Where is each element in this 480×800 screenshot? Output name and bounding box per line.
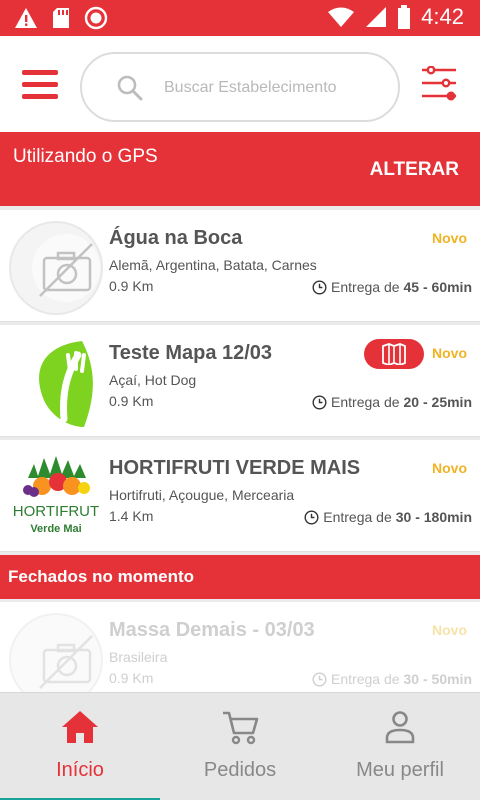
warning-icon	[15, 8, 37, 28]
store-categories: Hortifruti, Açougue, Mercearia	[109, 487, 295, 503]
svg-text:Verde Mai: Verde Mai	[30, 523, 81, 535]
nav-profile[interactable]: Meu perfil	[320, 693, 480, 800]
nav-label: Início	[56, 759, 104, 781]
delivery-time: Entrega de 30 - 180min	[304, 509, 472, 525]
search-icon	[117, 75, 143, 101]
location-bar: Utilizando o GPS ALTERAR	[0, 132, 480, 206]
nav-label: Pedidos	[203, 759, 277, 781]
store-distance: 0.9 Km	[109, 393, 154, 409]
store-card[interactable]: Teste Mapa 12/03 Novo Açaí, Hot Dog 0.9 …	[0, 325, 480, 437]
store-name: Massa Demais - 03/03	[109, 619, 315, 641]
nav-orders[interactable]: Pedidos	[160, 693, 320, 800]
store-name: HORTIFRUTI VERDE MAIS	[109, 457, 361, 479]
app-header	[0, 36, 480, 132]
search-input[interactable]	[164, 74, 384, 102]
clock-icon	[312, 394, 327, 410]
bottom-navigation: Início Pedidos Meu perfil	[0, 692, 480, 800]
map-icon	[382, 343, 406, 365]
clock-icon	[312, 671, 327, 687]
location-text: Utilizando o GPS	[13, 146, 158, 167]
delivery-time: Entrega de 20 - 25min	[312, 394, 472, 410]
menu-icon[interactable]	[22, 70, 58, 100]
store-distance: 0.9 Km	[109, 278, 154, 294]
closed-section-header: Fechados no momento	[0, 555, 480, 599]
user-icon	[385, 711, 415, 744]
map-button[interactable]	[364, 339, 424, 369]
sd-card-icon	[53, 8, 69, 28]
svg-text:HORTIFRUT: HORTIFRUT	[13, 503, 99, 520]
new-badge: Novo	[432, 230, 467, 246]
store-distance: 0.9 Km	[109, 670, 154, 686]
clock-icon	[312, 279, 327, 295]
new-badge: Novo	[432, 460, 467, 476]
nav-home[interactable]: Início	[0, 693, 160, 800]
new-badge: Novo	[432, 345, 467, 361]
record-icon	[84, 6, 108, 30]
delivery-time: Entrega de 30 - 50min	[312, 671, 472, 687]
store-card[interactable]: Água na Boca Novo Alemã, Argentina, Bata…	[0, 210, 480, 322]
store-categories: Brasileira	[109, 649, 168, 665]
clock: 4:42	[421, 4, 464, 29]
clock-icon	[304, 509, 319, 525]
store-distance: 1.4 Km	[109, 508, 154, 524]
cart-icon	[223, 711, 259, 745]
store-categories: Alemã, Argentina, Batata, Carnes	[109, 257, 317, 273]
store-list: Água na Boca Novo Alemã, Argentina, Bata…	[0, 210, 480, 717]
status-bar: 4:42	[0, 0, 480, 36]
store-name: Teste Mapa 12/03	[109, 342, 273, 364]
nav-label: Meu perfil	[356, 759, 444, 781]
battery-icon	[398, 5, 411, 29]
filter-icon[interactable]	[420, 66, 458, 104]
store-categories: Açaí, Hot Dog	[109, 372, 197, 388]
new-badge: Novo	[432, 622, 467, 638]
change-location-button[interactable]: ALTERAR	[370, 159, 459, 181]
wifi-icon	[328, 7, 355, 27]
search-bar[interactable]	[80, 52, 400, 122]
store-name: Água na Boca	[109, 227, 243, 249]
closed-section-title: Fechados no momento	[8, 567, 195, 586]
delivery-time: Entrega de 45 - 60min	[312, 279, 472, 295]
store-card[interactable]: HORTIFRUT Verde Mai HORTIFRUTI VERDE MAI…	[0, 440, 480, 552]
hortifruti-logo: HORTIFRUT Verde Mai	[13, 456, 99, 535]
fork-leaf-logo	[39, 341, 93, 427]
home-icon	[62, 711, 98, 743]
signal-icon	[366, 7, 387, 27]
no-photo-icon	[9, 221, 103, 315]
